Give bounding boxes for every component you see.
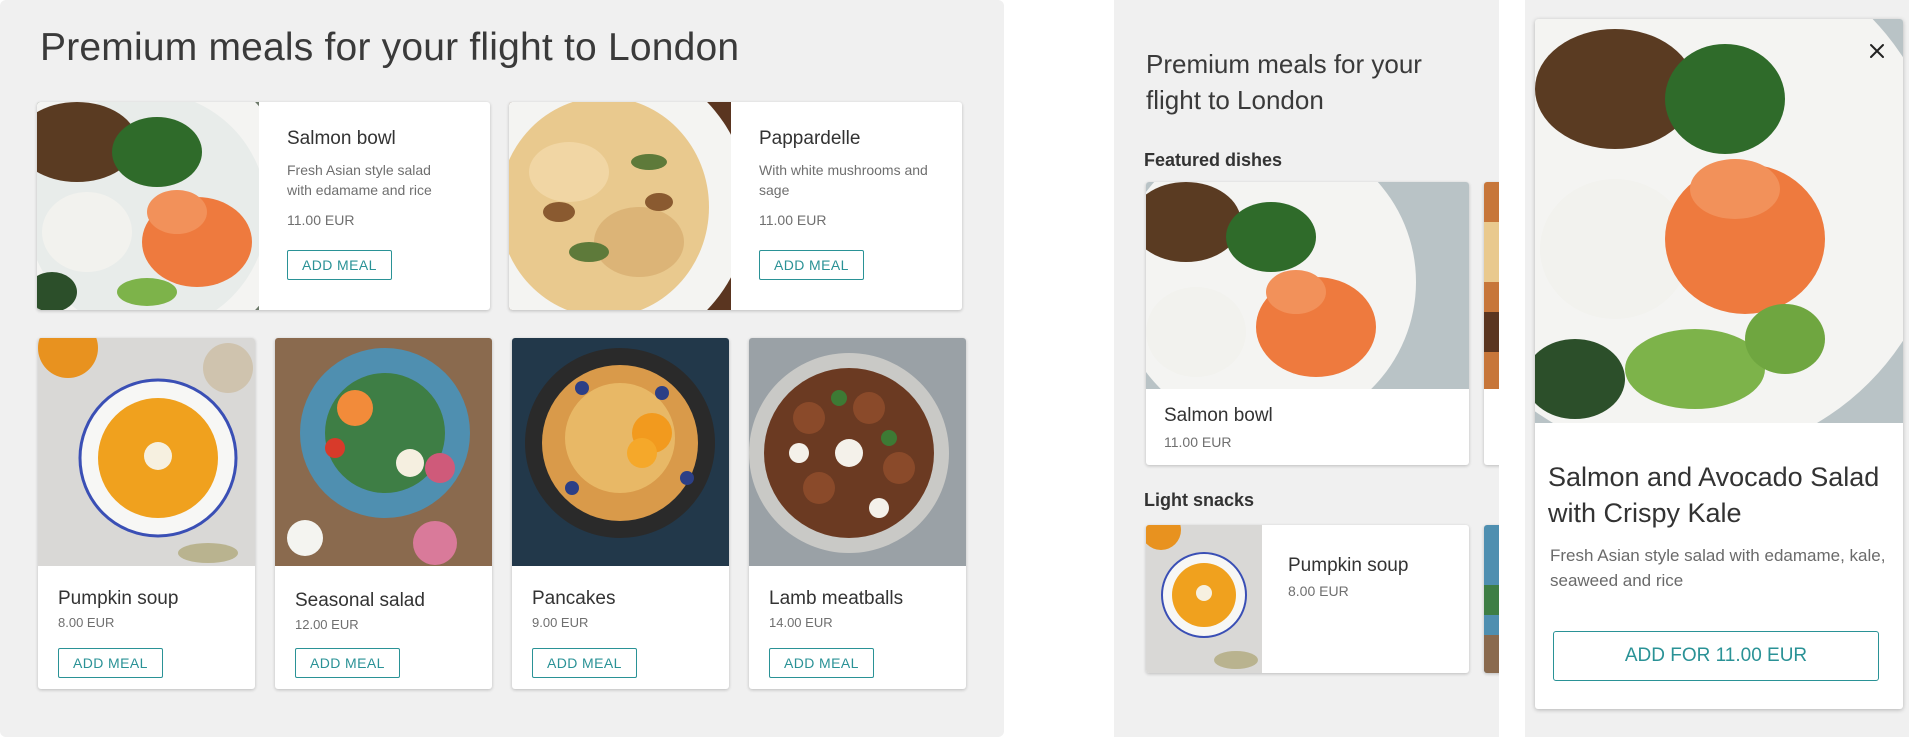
page-title: Premium meals for your flight to London (1146, 49, 1422, 115)
meal-name: Lamb meatballs (769, 588, 904, 609)
mobile-meals-panel: Premium meals for your flight to London … (1114, 0, 1499, 737)
meal-card-pumpkin-soup[interactable]: Pumpkin soup 8.00 EUR ADD MEAL (38, 338, 255, 689)
pumpkin-soup-photo (38, 338, 255, 566)
light-snacks-heading: Light snacks (1144, 490, 1255, 510)
meal-price: 9.00 EUR (532, 615, 589, 630)
meal-card-lamb-meatballs[interactable]: Lamb meatballs 14.00 EUR ADD MEAL (749, 338, 966, 689)
meal-detail-panel: Salmon and Avocado Salad with Crispy Kal… (1525, 0, 1909, 737)
meal-detail-description: Fresh Asian style salad with edamame, ka… (1550, 546, 1886, 590)
meal-name: Salmon bowl (1164, 405, 1273, 426)
pumpkin-soup-photo (1146, 525, 1262, 673)
lamb-meatballs-photo (749, 338, 966, 566)
add-for-price-button[interactable]: ADD FOR 11.00 EUR (1553, 631, 1879, 681)
featured-dishes-heading: Featured dishes (1144, 150, 1283, 170)
meal-price: 11.00 EUR (759, 212, 827, 228)
meal-price: 11.00 EUR (1164, 434, 1232, 450)
next-featured-card-peek[interactable] (1484, 182, 1499, 465)
meal-name: Seasonal salad (295, 590, 425, 611)
meal-price: 11.00 EUR (287, 212, 355, 228)
add-meal-button[interactable]: ADD MEAL (58, 648, 163, 678)
featured-card-pappardelle[interactable]: Pappardelle With white mushrooms and sag… (509, 102, 962, 310)
meal-detail-title: Salmon and Avocado Salad with Crispy Kal… (1548, 462, 1880, 528)
meal-name: Pumpkin soup (58, 588, 179, 609)
pancakes-photo (512, 338, 729, 566)
pappardelle-photo (509, 102, 731, 310)
meal-card-seasonal-salad[interactable]: Seasonal salad 12.00 EUR ADD MEAL (275, 338, 492, 689)
add-meal-button[interactable]: ADD MEAL (769, 648, 874, 678)
meal-card-pancakes[interactable]: Pancakes 9.00 EUR ADD MEAL (512, 338, 729, 689)
meal-description: Fresh Asian style salad with edamame and… (287, 162, 432, 198)
meal-detail-card: Salmon and Avocado Salad with Crispy Kal… (1535, 19, 1903, 709)
featured-card-salmon-bowl[interactable]: Salmon bowl Fresh Asian style salad with… (37, 102, 490, 310)
add-meal-button[interactable]: ADD MEAL (295, 648, 400, 678)
add-meal-button[interactable]: ADD MEAL (287, 250, 392, 280)
next-snack-card-peek[interactable] (1484, 525, 1499, 673)
salmon-bowl-photo (1146, 182, 1469, 389)
meal-price: 8.00 EUR (58, 615, 115, 630)
meal-price: 8.00 EUR (1288, 583, 1349, 599)
meal-name: Pancakes (532, 588, 616, 609)
meal-name: Pappardelle (759, 128, 861, 149)
salmon-avocado-salad-photo (1535, 19, 1903, 423)
meal-description: With white mushrooms and sage (759, 162, 928, 198)
snack-card-pumpkin-soup[interactable]: Pumpkin soup 8.00 EUR (1146, 525, 1469, 673)
add-meal-button[interactable]: ADD MEAL (532, 648, 637, 678)
close-icon[interactable] (1861, 35, 1893, 67)
salmon-bowl-photo (37, 102, 259, 310)
desktop-meals-panel: Premium meals for your flight to London … (0, 0, 1004, 737)
featured-card-salmon-bowl[interactable]: Salmon bowl 11.00 EUR (1146, 182, 1469, 465)
meal-name: Salmon bowl (287, 128, 396, 149)
meal-price: 14.00 EUR (769, 615, 833, 630)
meal-price: 12.00 EUR (295, 617, 359, 632)
add-meal-button[interactable]: ADD MEAL (759, 250, 864, 280)
seasonal-salad-photo (275, 338, 492, 566)
meal-name: Pumpkin soup (1288, 555, 1409, 576)
page-title: Premium meals for your flight to London (40, 26, 740, 69)
